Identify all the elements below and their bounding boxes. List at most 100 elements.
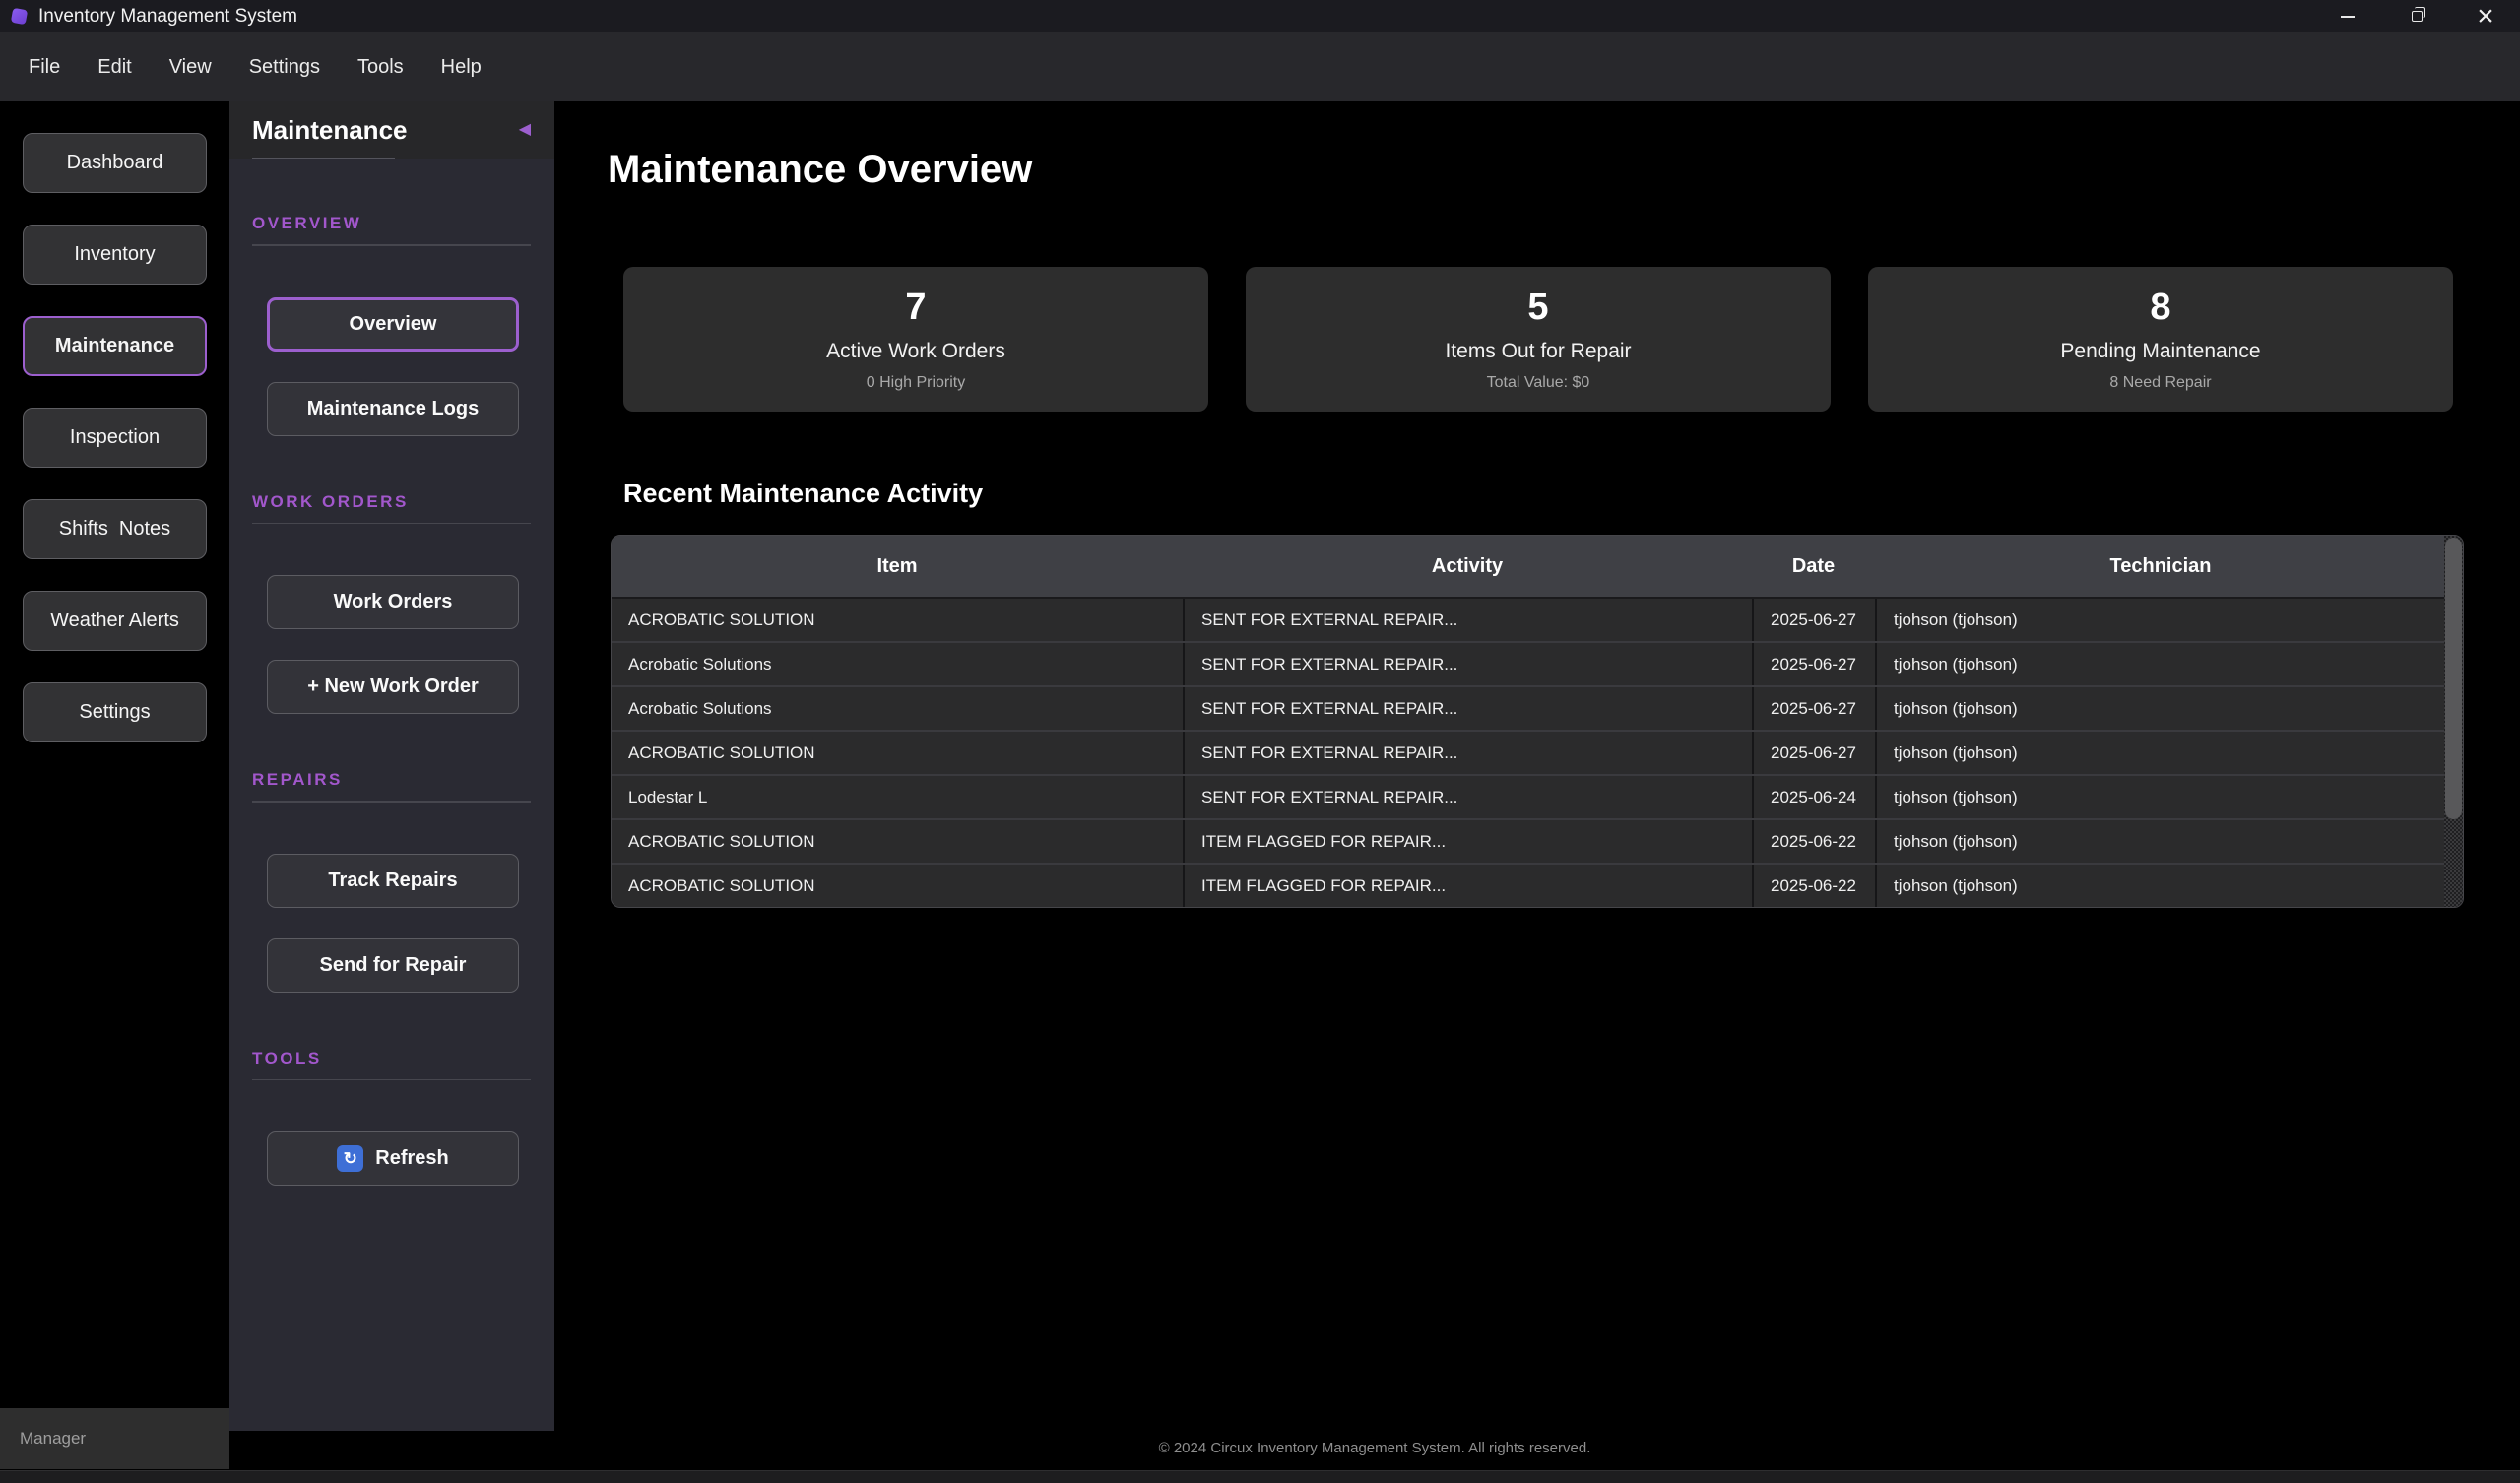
stat-label: Items Out for Repair: [1445, 340, 1631, 363]
app-logo-icon: [11, 8, 28, 25]
close-icon: ×: [2477, 2, 2494, 32]
menu-item-help[interactable]: Help: [422, 48, 500, 87]
collapse-panel-icon[interactable]: ◀: [519, 122, 531, 138]
table-cell: tjohson (tjohson): [1875, 643, 2427, 685]
refresh-button[interactable]: ↻ Refresh: [267, 1131, 519, 1186]
panel-section: OVERVIEW Overview Maintenance Logs: [229, 214, 554, 436]
stat-card: 7 Active Work Orders 0 High Priority: [623, 267, 1208, 412]
table-row[interactable]: ACROBATIC SOLUTIONSENT FOR EXTERNAL REPA…: [612, 597, 2463, 641]
stat-value: 8: [2150, 287, 2170, 329]
section-divider: [252, 244, 531, 246]
column-header-activity: Activity: [1183, 555, 1752, 578]
restore-icon: [2412, 11, 2423, 22]
panel-title-underline: [252, 158, 395, 160]
work-orders-button[interactable]: Work Orders: [267, 575, 519, 629]
table-cell: ACROBATIC SOLUTION: [612, 820, 1183, 863]
role-status-box: Manager: [0, 1408, 229, 1469]
menu-item-edit[interactable]: Edit: [79, 48, 150, 87]
table-cell: SENT FOR EXTERNAL REPAIR...: [1183, 643, 1752, 685]
table-cell: 2025-06-27: [1752, 643, 1875, 685]
new-work-order-button[interactable]: + New Work Order: [267, 660, 519, 714]
table-cell: 2025-06-27: [1752, 687, 1875, 730]
send-for-repair-button[interactable]: Send for Repair: [267, 938, 519, 993]
track-repairs-button[interactable]: Track Repairs: [267, 854, 519, 908]
panel-button-label: Overview: [350, 313, 437, 336]
stat-sublabel: 0 High Priority: [867, 374, 965, 392]
menu-item-tools[interactable]: Tools: [339, 48, 422, 87]
table-row[interactable]: Acrobatic SolutionsSENT FOR EXTERNAL REP…: [612, 641, 2463, 685]
app-window: Inventory Management System × FileEditVi…: [0, 0, 2520, 1483]
column-header-technician: Technician: [1875, 555, 2446, 578]
table-cell: tjohson (tjohson): [1875, 687, 2427, 730]
overview-button[interactable]: Overview: [267, 297, 519, 352]
table-row[interactable]: ACROBATIC SOLUTIONSENT FOR EXTERNAL REPA…: [612, 730, 2463, 774]
titlebar: Inventory Management System ×: [0, 0, 2520, 32]
stat-cards: 7 Active Work Orders 0 High Priority 5 I…: [623, 267, 2453, 412]
panel-section-label: TOOLS: [252, 1049, 554, 1068]
table-row[interactable]: ACROBATIC SOLUTIONITEM FLAGGED FOR REPAI…: [612, 818, 2463, 863]
table-cell: tjohson (tjohson): [1875, 820, 2427, 863]
stat-label: Active Work Orders: [826, 340, 1005, 363]
role-status-label: Manager: [20, 1429, 86, 1449]
sidebar-item-inspection[interactable]: Inspection: [23, 408, 207, 468]
panel-button-label: Work Orders: [334, 591, 453, 613]
stat-sublabel: Total Value: $0: [1487, 374, 1590, 392]
minimize-button[interactable]: [2313, 0, 2382, 32]
sidebar-item-inventory[interactable]: Inventory: [23, 225, 207, 285]
stat-label: Pending Maintenance: [2060, 340, 2260, 363]
sidebar-item-dashboard[interactable]: Dashboard: [23, 133, 207, 193]
table-cell: SENT FOR EXTERNAL REPAIR...: [1183, 776, 1752, 818]
stat-sublabel: 8 Need Repair: [2109, 374, 2211, 392]
table-scrollbar[interactable]: [2444, 536, 2463, 907]
window-controls: ×: [2313, 0, 2520, 32]
bottom-strip: [0, 1470, 2520, 1483]
page-title: Maintenance Overview: [608, 148, 1032, 192]
panel-button-label: Maintenance Logs: [307, 398, 479, 420]
maintenance-panel: Maintenance ◀ OVERVIEW Overview Maintena…: [229, 101, 554, 1431]
close-button[interactable]: ×: [2451, 0, 2520, 32]
column-header-date: Date: [1752, 555, 1875, 578]
panel-section: WORK ORDERS Work Orders + New Work Order: [229, 492, 554, 715]
stat-value: 5: [1527, 287, 1548, 329]
sidebar-item-maintenance[interactable]: Maintenance: [23, 316, 207, 376]
panel-section-buttons: Work Orders + New Work Order: [229, 575, 554, 714]
table-cell: tjohson (tjohson): [1875, 776, 2427, 818]
section-divider: [252, 1079, 531, 1081]
table-row[interactable]: Acrobatic SolutionsSENT FOR EXTERNAL REP…: [612, 685, 2463, 730]
sidebar-item-weather-alerts[interactable]: Weather Alerts: [23, 591, 207, 651]
table-cell: tjohson (tjohson): [1875, 599, 2427, 641]
table-cell: 2025-06-27: [1752, 732, 1875, 774]
table-cell: ACROBATIC SOLUTION: [612, 732, 1183, 774]
panel-body: OVERVIEW Overview Maintenance Logs WORK …: [229, 159, 554, 1186]
table-cell: Acrobatic Solutions: [612, 687, 1183, 730]
scrollbar-thumb[interactable]: [2445, 538, 2462, 819]
table-cell: SENT FOR EXTERNAL REPAIR...: [1183, 599, 1752, 641]
maintenance-logs-button[interactable]: Maintenance Logs: [267, 382, 519, 436]
panel-section-buttons: Track Repairs Send for Repair: [229, 854, 554, 993]
table-cell: tjohson (tjohson): [1875, 865, 2427, 907]
panel-button-label: Track Repairs: [328, 870, 457, 892]
table-row[interactable]: Lodestar LSENT FOR EXTERNAL REPAIR...202…: [612, 774, 2463, 818]
table-header-row: ItemActivityDateTechnician: [612, 536, 2463, 597]
table-row[interactable]: ACROBATIC SOLUTIONITEM FLAGGED FOR REPAI…: [612, 863, 2463, 907]
table-body: ACROBATIC SOLUTIONSENT FOR EXTERNAL REPA…: [612, 597, 2463, 907]
menu-item-file[interactable]: File: [10, 48, 79, 87]
panel-section-buttons: Overview Maintenance Logs: [229, 297, 554, 436]
panel-button-label: + New Work Order: [307, 676, 479, 698]
app-title: Inventory Management System: [38, 6, 297, 28]
table-cell: Acrobatic Solutions: [612, 643, 1183, 685]
panel-section: REPAIRS Track Repairs Send for Repair: [229, 770, 554, 993]
restore-button[interactable]: [2382, 0, 2451, 32]
menu-item-settings[interactable]: Settings: [230, 48, 339, 87]
table-cell: tjohson (tjohson): [1875, 732, 2427, 774]
panel-section-label: WORK ORDERS: [252, 492, 554, 512]
table-cell: 2025-06-24: [1752, 776, 1875, 818]
menu-item-view[interactable]: View: [151, 48, 230, 87]
stat-value: 7: [905, 287, 926, 329]
section-divider: [252, 801, 531, 803]
table-cell: 2025-06-22: [1752, 865, 1875, 907]
sidebar-item-shifts-notes[interactable]: Shifts Notes: [23, 499, 207, 559]
table-cell: SENT FOR EXTERNAL REPAIR...: [1183, 687, 1752, 730]
sidebar-item-settings[interactable]: Settings: [23, 682, 207, 742]
section-divider: [252, 523, 531, 525]
